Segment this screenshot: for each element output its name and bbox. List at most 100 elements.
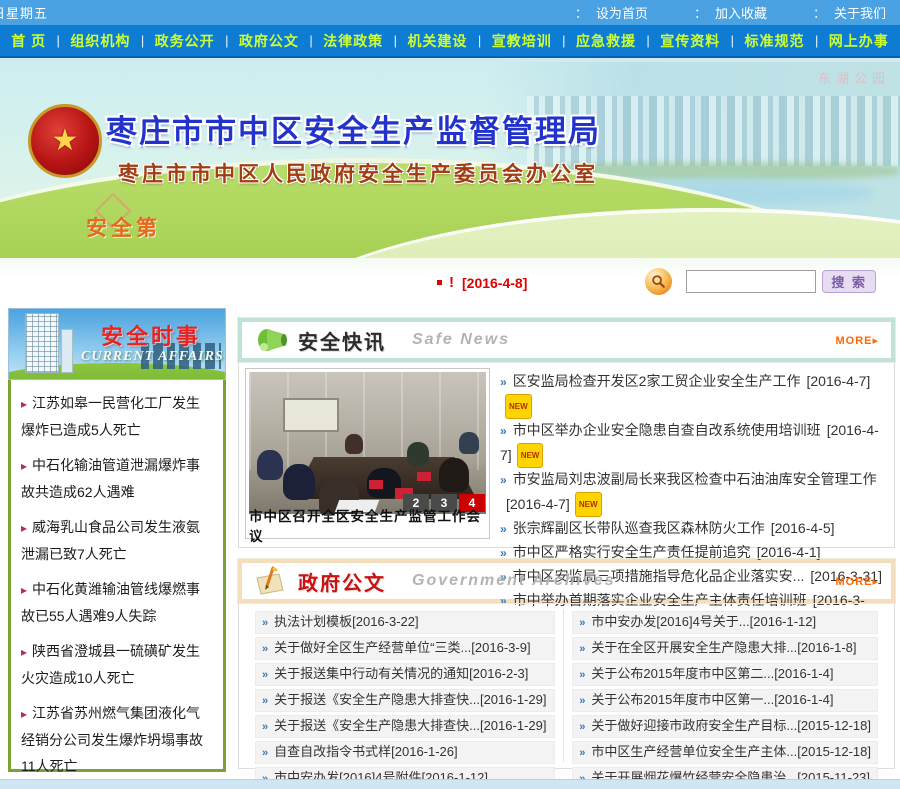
notice-exclaim-icon: ! — [449, 274, 454, 291]
scrolling-notice[interactable]: ! [2016-4-8] — [437, 274, 527, 291]
new-badge: NEW — [575, 492, 602, 517]
nav-item-home[interactable]: 首 页 — [11, 31, 46, 51]
list-item[interactable]: »市安监局刘忠波副局长来我区检查中石油油库安全管理工作[2016-4-7]NEW — [500, 468, 884, 517]
bullet-arrow-icon: ▸ — [21, 521, 27, 535]
more-arrow-icon: ▸ — [872, 576, 879, 588]
safe-news-more-link[interactable]: MORE▸ — [835, 334, 879, 347]
bullet-arrow-icon: » — [500, 546, 507, 560]
archives-body: »执法计划模板[2016-3-22] »关于做好全区生产经营单位“三类...[2… — [238, 603, 895, 769]
nav-divider: | — [478, 33, 481, 48]
list-item[interactable]: »执法计划模板[2016-3-22] — [255, 611, 555, 634]
bullet-arrow-icon: » — [579, 773, 585, 779]
safety-slogan: 安全第 — [86, 212, 161, 242]
list-item[interactable]: »关于公布2015年度市中区第一...[2016-1-4] — [572, 689, 878, 712]
section-subtitle-en: Safe News — [412, 331, 510, 349]
bullet-arrow-icon: » — [500, 424, 507, 438]
archives-more-link[interactable]: MORE▸ — [835, 575, 879, 588]
bullet-arrow-icon: » — [262, 643, 268, 655]
nav-item-training[interactable]: 宣教培训 — [492, 31, 552, 51]
bullet-arrow-icon: » — [500, 375, 507, 389]
footer-strip — [0, 779, 900, 789]
list-item[interactable]: »市中区举办企业安全隐患自查自改系统使用培训班[2016-4-7]NEW — [500, 419, 884, 468]
bullet-arrow-icon: » — [579, 747, 585, 759]
content-column: 安全快讯 Safe News MORE▸ 2 3 4 — [226, 308, 895, 779]
list-item[interactable]: »张宗辉副区长带队巡查我区森林防火工作[2016-4-5] — [500, 517, 884, 541]
bullet-arrow-icon: » — [262, 695, 268, 707]
current-date: 日星期五 — [0, 3, 48, 22]
bullet-arrow-icon: » — [262, 747, 268, 759]
search-button[interactable]: 搜 索 — [822, 270, 876, 293]
list-item[interactable]: »关于报送集中行动有关情况的通知[2016-2-3] — [255, 663, 555, 686]
list-item[interactable]: ▸中石化输油管道泄漏爆炸事故共造成62人遇难 — [21, 452, 213, 505]
list-item[interactable]: ▸中石化黄潍输油管线爆燃事故已55人遇难9人失踪 — [21, 576, 213, 629]
park-watermark: 东湖公园 — [818, 68, 890, 87]
nav-item-gov-documents[interactable]: 政府公文 — [239, 31, 299, 51]
safe-news-body: 2 3 4 市中区召开全区安全生产监管工作会议 »区安监局检查开发区2家工贸企业… — [238, 362, 895, 548]
nav-item-laws[interactable]: 法律政策 — [323, 31, 383, 51]
nav-item-agency-building[interactable]: 机关建设 — [407, 31, 467, 51]
bullet-arrow-icon: ▸ — [21, 583, 27, 597]
add-favorite-link[interactable]: ：加入收藏 — [694, 3, 767, 22]
nav-item-organization[interactable]: 组织机构 — [70, 31, 130, 51]
list-item[interactable]: »市中区生产经营单位安全生产主体...[2015-12-18] — [572, 741, 878, 764]
list-item[interactable]: »关于做好迎接市政府安全生产目标...[2015-12-18] — [572, 715, 878, 738]
list-item[interactable]: »区安监局检查开发区2家工贸企业安全生产工作[2016-4-7]NEW — [500, 370, 884, 419]
sidebar-current-affairs: 安全时事 CURRENT AFFAIRS ▸江苏如皋一民营化工厂发生爆炸已造成5… — [8, 308, 226, 779]
nav-divider: | — [57, 33, 60, 48]
about-us-link[interactable]: ：关于我们 — [813, 3, 886, 22]
list-item[interactable]: »关于报送《安全生产隐患大排查快...[2016-1-29] — [255, 715, 555, 738]
megaphone-icon — [250, 325, 292, 355]
nav-divider: | — [309, 33, 312, 48]
archives-left-column: »执法计划模板[2016-3-22] »关于做好全区生产经营单位“三类...[2… — [247, 609, 564, 762]
bullet-arrow-icon: ▸ — [21, 707, 27, 721]
nav-divider: | — [394, 33, 397, 48]
nav-divider: | — [141, 33, 144, 48]
list-item[interactable]: »市中安办发[2016]4号关于...[2016-1-12] — [572, 611, 878, 634]
nav-item-publicity[interactable]: 宣传资料 — [660, 31, 720, 51]
search-icon[interactable] — [645, 268, 672, 295]
list-item[interactable]: »关于开展烟花爆竹经营安全隐患治...[2015-11-23] — [572, 767, 878, 779]
list-item[interactable]: »市中区严格实行安全生产责任提前追究[2016-4-1] — [500, 541, 884, 565]
list-item[interactable]: ▸陕西省澄城县一硫磺矿发生火灾造成10人死亡 — [21, 638, 213, 691]
set-homepage-link[interactable]: ：设为首页 — [575, 3, 648, 22]
notice-bullet-icon — [437, 280, 442, 285]
list-item[interactable]: ▸威海乳山食品公司发生液氨泄漏已致7人死亡 — [21, 514, 213, 567]
document-pen-icon — [250, 566, 292, 596]
search-input[interactable] — [686, 270, 816, 293]
sidebar-header-image: 安全时事 CURRENT AFFAIRS — [8, 308, 226, 380]
section-subtitle-en: Government Archives — [412, 572, 616, 590]
archives-right-column: »市中安办发[2016]4号关于...[2016-1-12] »关于在全区开展安… — [564, 609, 886, 762]
site-title: 枣庄市市中区安全生产监督管理局 — [106, 106, 601, 151]
list-item[interactable]: »关于公布2015年度市中区第二...[2016-1-4] — [572, 663, 878, 686]
bullet-arrow-icon: » — [500, 473, 507, 487]
building-graphic — [25, 313, 59, 373]
nav-item-emergency[interactable]: 应急救援 — [576, 31, 636, 51]
list-item[interactable]: ▸江苏如皋一民营化工厂发生爆炸已造成5人死亡 — [21, 390, 213, 443]
main-nav: 首 页| 组织机构| 政务公开| 政府公文| 法律政策| 机关建设| 宣教培训|… — [0, 25, 900, 58]
bullet-arrow-icon: » — [579, 617, 585, 629]
site-subtitle: 枣庄市市中区人民政府安全生产委员会办公室 — [118, 158, 598, 188]
section-title: 政府公文 — [298, 567, 386, 596]
nav-item-online-service[interactable]: 网上办事 — [829, 31, 889, 51]
list-item[interactable]: »市中安办发[2016]4号附件[2016-1-12] — [255, 767, 555, 779]
list-item[interactable]: »关于做好全区生产经营单位“三类...[2016-3-9] — [255, 637, 555, 660]
bullet-arrow-icon: » — [262, 669, 268, 681]
list-item[interactable]: »自查自改指令书式样[2016-1-26] — [255, 741, 555, 764]
list-item[interactable]: »关于在全区开展安全生产隐患大排...[2016-1-8] — [572, 637, 878, 660]
safe-news-header: 安全快讯 Safe News MORE▸ — [238, 318, 895, 362]
nav-item-standards[interactable]: 标准规范 — [745, 31, 805, 51]
nav-divider: | — [225, 33, 228, 48]
list-item[interactable]: ▸江苏省苏州燃气集团液化气经销分公司发生爆炸坍塌事故11人死亡 — [21, 700, 213, 779]
link-bullet-icon: ： — [575, 6, 588, 21]
more-arrow-icon: ▸ — [872, 335, 879, 347]
list-item[interactable]: »关于报送《安全生产隐患大排查快...[2016-1-29] — [255, 689, 555, 712]
news-photo[interactable]: 2 3 4 市中区召开全区安全生产监管工作会议 — [245, 368, 490, 539]
main-content: 安全时事 CURRENT AFFAIRS ▸江苏如皋一民营化工厂发生爆炸已造成5… — [0, 308, 900, 779]
link-bullet-icon: ： — [813, 6, 826, 21]
bullet-arrow-icon: » — [579, 643, 585, 655]
link-bullet-icon: ： — [694, 6, 707, 21]
national-emblem-logo: ★ — [28, 104, 102, 178]
nav-item-gov-affairs[interactable]: 政务公开 — [155, 31, 215, 51]
notice-search-band: ! [2016-4-8] 搜 索 — [0, 258, 900, 308]
photo-caption: 市中区召开全区安全生产监管工作会议 — [249, 514, 486, 535]
